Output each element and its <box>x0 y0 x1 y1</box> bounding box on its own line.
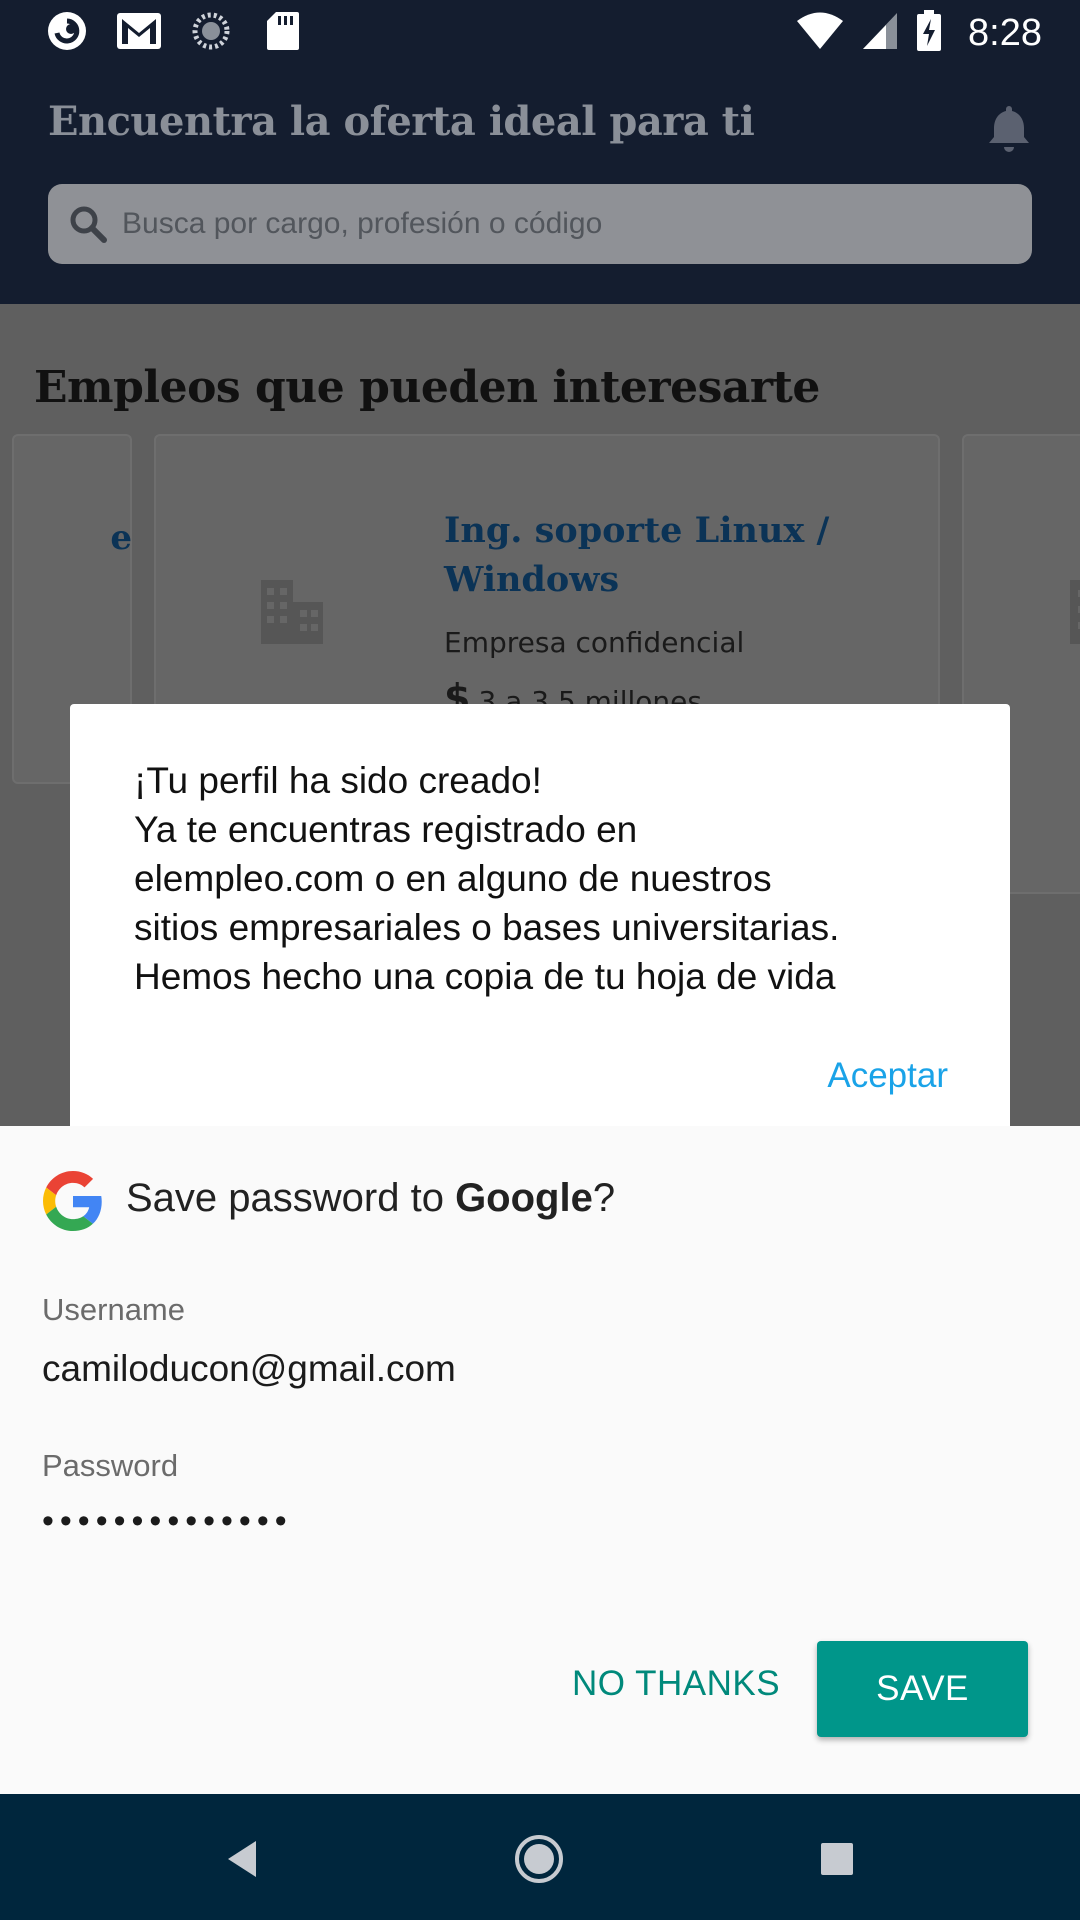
gmail-icon <box>116 10 162 52</box>
sd-card-icon <box>260 10 306 52</box>
search-placeholder: Busca por cargo, profesión o código <box>122 207 603 240</box>
job-company: Empresa confidencial <box>444 626 745 659</box>
signal-icon <box>862 12 898 55</box>
password-label: Password <box>42 1448 179 1483</box>
wifi-icon <box>796 12 844 55</box>
battery-charging-icon <box>916 10 942 57</box>
job-card-title-fragment: e <box>110 518 132 558</box>
dialog-line: elempleo.com o en alguno de nuestros <box>134 858 772 899</box>
section-title: Empleos que pueden interesarte <box>34 362 820 413</box>
username-value: camiloducon@gmail.com <box>42 1348 456 1389</box>
dialog-line: Hemos hecho una copia de tu hoja de vida <box>134 956 836 997</box>
search-input[interactable]: Busca por cargo, profesión o código <box>48 184 1032 264</box>
header-title: Encuentra la oferta ideal para ti <box>48 98 755 145</box>
recents-icon[interactable] <box>809 1831 865 1887</box>
company-building-icon <box>259 578 325 646</box>
save-button[interactable]: SAVE <box>817 1641 1028 1737</box>
dialog-line: Ya te encuentras registrado en <box>134 809 638 850</box>
title-brand: Google <box>455 1176 593 1220</box>
google-logo-icon <box>43 1171 103 1231</box>
app-header: Encuentra la oferta ideal para ti Busca … <box>0 63 1080 304</box>
dialog-line: sitios empresariales o bases universitar… <box>134 907 840 948</box>
accept-button[interactable]: Aceptar <box>827 1056 948 1096</box>
title-suffix: ? <box>592 1176 616 1220</box>
search-icon <box>68 204 108 244</box>
save-password-title: Save password to Google? <box>126 1176 615 1221</box>
company-building-icon <box>1068 578 1080 646</box>
bell-icon[interactable] <box>986 103 1032 153</box>
username-label: Username <box>42 1292 185 1327</box>
clock: 8:28 <box>968 12 1042 54</box>
status-bar: 8:28 <box>0 0 1080 63</box>
loading-icon <box>188 10 234 52</box>
no-thanks-button[interactable]: NO THANKS <box>572 1664 780 1704</box>
notification-icons <box>44 10 306 52</box>
back-icon[interactable] <box>214 1831 270 1887</box>
dialog-line: ¡Tu perfil ha sido creado! <box>134 760 542 801</box>
browser-app-icon <box>44 10 90 52</box>
title-prefix: Save password to <box>126 1176 456 1220</box>
job-title: Ing. soporte Linux / Windows <box>444 510 830 600</box>
save-password-sheet: Save password to Google? Username camilo… <box>0 1126 1080 1794</box>
profile-created-dialog: ¡Tu perfil ha sido creado! Ya te encuent… <box>70 704 1010 1126</box>
navigation-bar <box>0 1794 1080 1920</box>
home-icon[interactable] <box>511 1831 567 1887</box>
password-value: •••••••••••••• <box>42 1502 293 1540</box>
dialog-message: ¡Tu perfil ha sido creado! Ya te encuent… <box>134 756 954 1001</box>
